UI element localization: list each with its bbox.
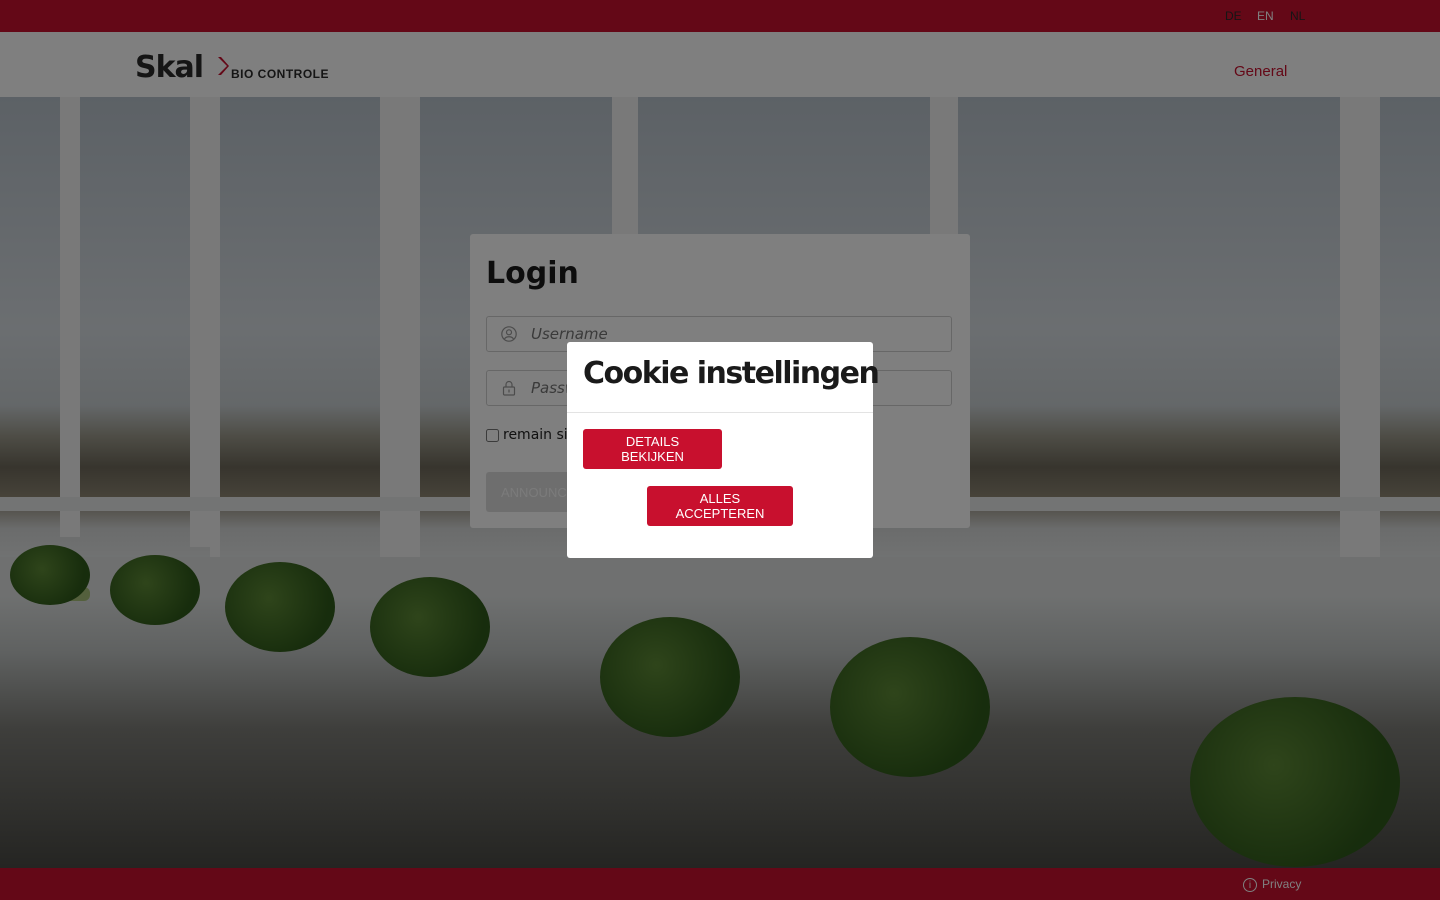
alles-accepteren-button[interactable]: ALLES ACCEPTEREN: [647, 486, 793, 526]
cookie-settings-modal: Cookie instellingen DETAILS BEKIJKEN ALL…: [567, 342, 880, 558]
cookie-modal-title: Cookie instellingen: [583, 356, 880, 391]
modal-divider: [567, 412, 873, 413]
details-bekijken-button[interactable]: DETAILS BEKIJKEN: [583, 429, 722, 469]
